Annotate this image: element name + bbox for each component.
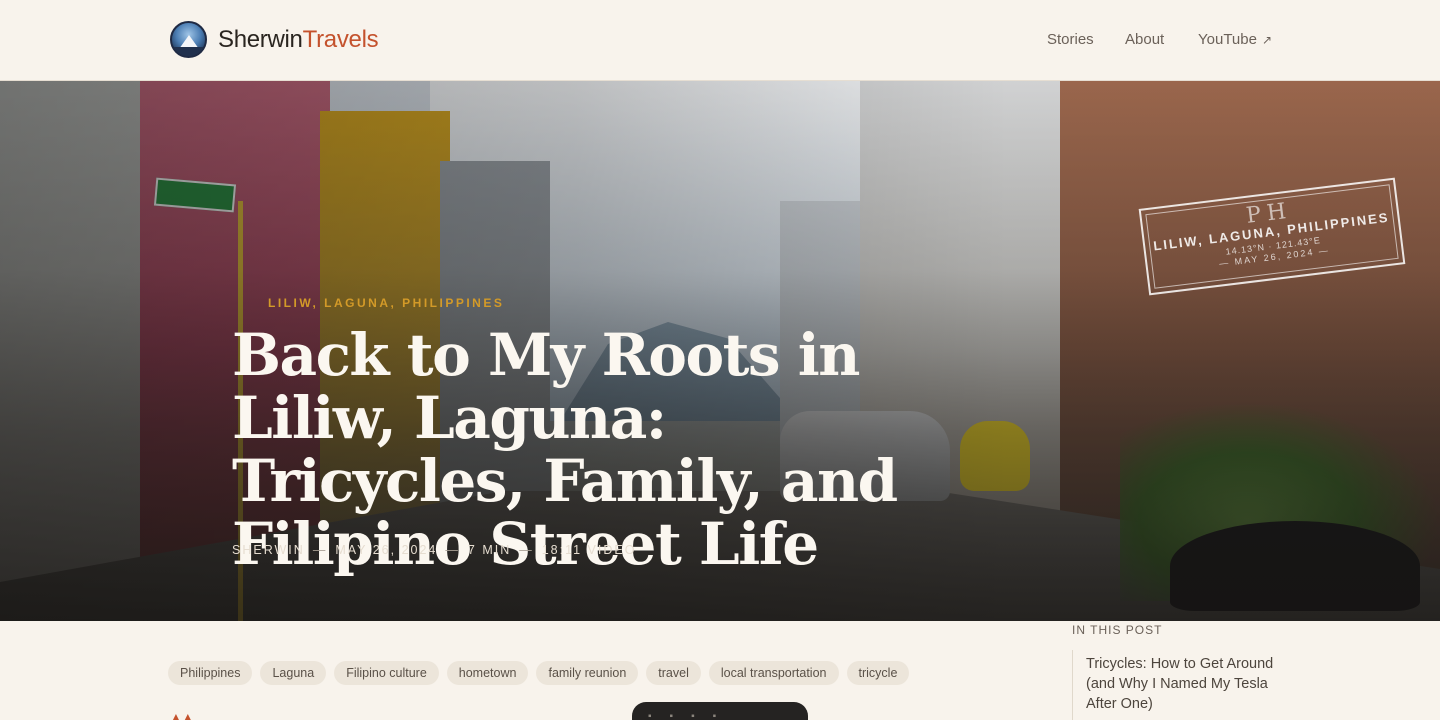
hero-image: PH LILIW, LAGUNA, PHILIPPINES 14.13°N · …	[0, 81, 1440, 621]
meta-separator: —	[445, 543, 460, 557]
post-date: MAY 26, 2024	[335, 543, 438, 557]
post-location-kicker: LILIW, LAGUNA, PHILIPPINES	[268, 296, 505, 310]
site-header: SherwinTravels Stories About YouTube ↗	[0, 0, 1440, 81]
toc-item-tricycles[interactable]: Tricycles: How to Get Around (and Why I …	[1086, 654, 1276, 714]
tag-local-transportation[interactable]: local transportation	[708, 661, 839, 685]
post-video-length: 18:11 VIDEO	[541, 543, 637, 557]
brand-name-part1[interactable]: Sherwin	[218, 26, 303, 53]
video-control-icons: ▪▪▪▪	[648, 711, 735, 720]
site-brand[interactable]: SherwinTravels	[218, 26, 379, 54]
author-mark-icon: ▲▲	[170, 714, 222, 720]
stamp-place: LILIW, LAGUNA, PHILIPPINES	[1152, 209, 1391, 254]
post-title: Back to My Roots in Liliw, Laguna: Tricy…	[232, 321, 898, 578]
post-author: SHERWIN	[232, 543, 305, 557]
post-read-time: 7 MIN	[467, 543, 512, 557]
logo-icon[interactable]	[170, 21, 207, 58]
nav-about[interactable]: About	[1125, 31, 1164, 48]
meta-separator: —	[519, 543, 534, 557]
nav-youtube[interactable]: YouTube ↗	[1198, 31, 1272, 48]
stamp-coords: 14.13°N · 121.43°E	[1225, 235, 1322, 257]
tag-list: Philippines Laguna Filipino culture home…	[168, 661, 910, 685]
toc-divider	[1072, 650, 1073, 720]
tag-hometown[interactable]: hometown	[446, 661, 529, 685]
brand-name-part2[interactable]: Travels	[303, 26, 379, 53]
tag-laguna[interactable]: Laguna	[260, 661, 327, 685]
external-arrow-icon: ↗	[1261, 33, 1273, 47]
post-meta: SHERWIN — MAY 26, 2024 — 7 MIN — 18:11 VIDEO	[232, 543, 636, 557]
meta-separator: —	[312, 543, 328, 557]
toc-heading: IN THIS POST	[1072, 623, 1163, 637]
tag-philippines[interactable]: Philippines	[168, 661, 253, 685]
tag-family-reunion[interactable]: family reunion	[536, 661, 639, 685]
nav-youtube-label: YouTube	[1198, 31, 1257, 48]
tag-filipino-culture[interactable]: Filipino culture	[334, 661, 439, 685]
nav-stories[interactable]: Stories	[1047, 31, 1094, 48]
tag-tricycle[interactable]: tricycle	[846, 661, 910, 685]
tag-travel[interactable]: travel	[646, 661, 701, 685]
